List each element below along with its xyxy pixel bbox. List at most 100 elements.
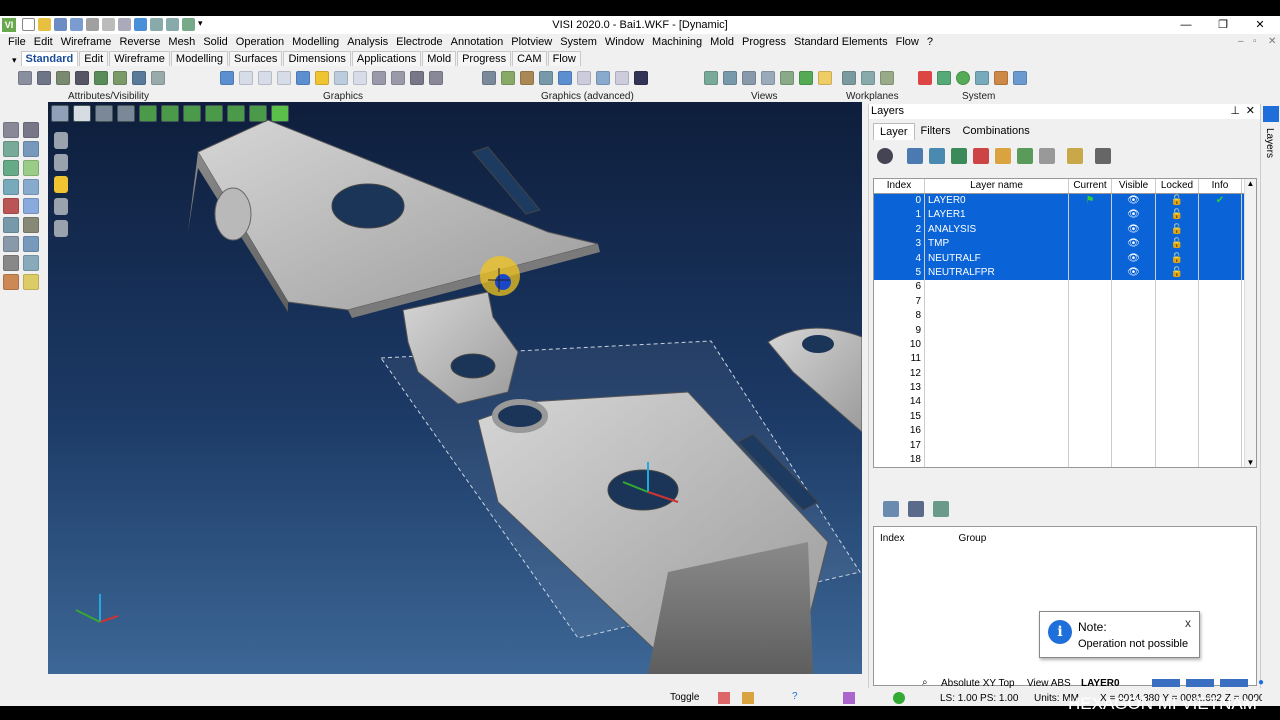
refresh-icon[interactable] [220, 71, 234, 85]
tab-filters[interactable]: Filters [915, 123, 957, 140]
lock-icon[interactable]: 🔓 [1156, 208, 1199, 223]
3d-viewport[interactable] [48, 102, 862, 674]
cylinder-blue-icon[interactable] [558, 71, 572, 85]
current-flag-icon[interactable]: ⚑ [1069, 194, 1112, 209]
menu-operation[interactable]: Operation [232, 34, 288, 50]
window-icon[interactable] [73, 105, 91, 122]
tool-check-icon[interactable] [23, 160, 39, 176]
tool-select-icon[interactable] [3, 122, 19, 138]
view-eye-icon[interactable] [818, 71, 832, 85]
scroll-down-icon[interactable]: ▼ [1245, 458, 1256, 467]
search-icon[interactable] [877, 148, 893, 164]
display-mode-4-icon[interactable] [54, 220, 68, 237]
mdi-minimize-icon[interactable]: – [1238, 36, 1244, 47]
cube-texture-icon[interactable] [520, 71, 534, 85]
cylinder-edges-icon[interactable] [353, 71, 367, 85]
tool-trim-icon[interactable] [3, 255, 19, 271]
status-cube-icon[interactable] [843, 692, 855, 704]
table-row[interactable]: 1 LAYER1 👁 🔓 [874, 208, 1256, 223]
menu-machining[interactable]: Machining [648, 34, 706, 50]
workplane-icon[interactable] [842, 71, 856, 85]
cylinder-shaded-icon[interactable] [296, 71, 310, 85]
workplane-new-icon[interactable] [861, 71, 875, 85]
menu-wireframe[interactable]: Wireframe [57, 34, 116, 50]
table-scrollbar[interactable]: ▲ ▼ [1244, 179, 1256, 467]
col-current[interactable]: Current [1069, 179, 1112, 193]
layer-properties-icon[interactable] [1095, 148, 1111, 164]
tab-cam[interactable]: CAM [512, 51, 547, 66]
menu-mesh[interactable]: Mesh [164, 34, 199, 50]
tab-progress[interactable]: Progress [457, 51, 512, 66]
lock-icon[interactable]: 🔓 [1156, 194, 1199, 209]
tool-solid-icon[interactable] [3, 198, 19, 214]
display-mode-1-icon[interactable] [54, 132, 68, 149]
tool-rectangle-icon[interactable] [3, 141, 19, 157]
tab-mold[interactable]: Mold [422, 51, 457, 66]
menu-annotation[interactable]: Annotation [447, 34, 508, 50]
menu-help[interactable]: ? [923, 34, 937, 50]
table-row[interactable]: 18 [874, 453, 1256, 467]
cylinder-wire-icon[interactable] [258, 71, 272, 85]
table-row[interactable]: 10 [874, 337, 1256, 353]
layer-remove-icon[interactable] [973, 148, 989, 164]
tool-line-icon[interactable] [23, 122, 39, 138]
tab-surfaces[interactable]: Surfaces [229, 51, 283, 66]
table-row[interactable]: 3 TMP 👁 🔓 [874, 237, 1256, 252]
trash-icon[interactable] [1039, 148, 1055, 164]
layers-dock-label[interactable]: Layers [1264, 128, 1275, 158]
view-fit-icon[interactable] [742, 71, 756, 85]
zoom-icon[interactable] [95, 105, 113, 122]
layer-add-icon[interactable] [907, 148, 923, 164]
render-icon[interactable] [372, 71, 386, 85]
filter-icon[interactable] [132, 71, 146, 85]
menu-plotview[interactable]: Plotview [507, 34, 556, 50]
view-cube-front-icon[interactable] [139, 105, 157, 122]
view-cube-left-icon[interactable] [183, 105, 201, 122]
view-move-icon[interactable] [780, 71, 794, 85]
configuration-icon[interactable] [975, 71, 989, 85]
table-row[interactable]: 13 [874, 381, 1256, 396]
dark-cube-icon[interactable] [634, 71, 648, 85]
materials-icon[interactable] [596, 71, 610, 85]
status-snap-icon[interactable] [718, 692, 730, 704]
toggle-button[interactable]: Toggle [670, 692, 699, 703]
menu-progress[interactable]: Progress [738, 34, 790, 50]
layers-dock-icon[interactable] [1263, 106, 1279, 122]
menu-reverse[interactable]: Reverse [115, 34, 164, 50]
tab-dimensions[interactable]: Dimensions [283, 51, 351, 66]
col-index[interactable]: Index [874, 179, 925, 193]
view-cube-back-icon[interactable] [161, 105, 179, 122]
system-settings-icon[interactable] [937, 71, 951, 85]
toolbox-icon[interactable] [994, 71, 1008, 85]
layer-on-icon[interactable] [94, 71, 108, 85]
display-mode-active-icon[interactable] [54, 176, 68, 193]
tool-plane-icon[interactable] [23, 198, 39, 214]
lock-icon[interactable]: 🔓 [1156, 222, 1199, 238]
cube-icon[interactable] [482, 71, 496, 85]
tab-layer[interactable]: Layer [873, 123, 915, 140]
layer-move-icon[interactable] [995, 148, 1011, 164]
view-abs[interactable]: View ABS [1027, 678, 1071, 689]
customize-icon[interactable] [1013, 71, 1027, 85]
minimize-button[interactable]: — [1171, 17, 1201, 33]
table-row[interactable]: 15 [874, 409, 1256, 425]
view-cube-top-icon[interactable] [227, 105, 245, 122]
cylinder-active-icon[interactable] [315, 71, 329, 85]
tool-surface-icon[interactable] [23, 179, 39, 195]
menu-edit[interactable]: Edit [30, 34, 57, 50]
show-icon[interactable] [56, 71, 70, 85]
tool-measure-icon[interactable] [3, 160, 19, 176]
view-pan-icon[interactable] [761, 71, 775, 85]
menu-system[interactable]: System [556, 34, 601, 50]
restore-button[interactable]: ❐ [1208, 17, 1238, 33]
group-delete-icon[interactable] [933, 501, 949, 517]
lock-icon[interactable]: 🔓 [1156, 265, 1199, 281]
tool-mirror-icon[interactable] [23, 255, 39, 271]
tool-image-icon[interactable] [23, 274, 39, 290]
view-rotate-icon[interactable] [799, 71, 813, 85]
ribbon-dropdown-icon[interactable]: ▾ [8, 55, 21, 66]
select-icon[interactable] [151, 71, 165, 85]
menu-mold[interactable]: Mold [706, 34, 738, 50]
display-mode-3-icon[interactable] [54, 198, 68, 215]
help-icon[interactable]: ? [792, 691, 798, 702]
